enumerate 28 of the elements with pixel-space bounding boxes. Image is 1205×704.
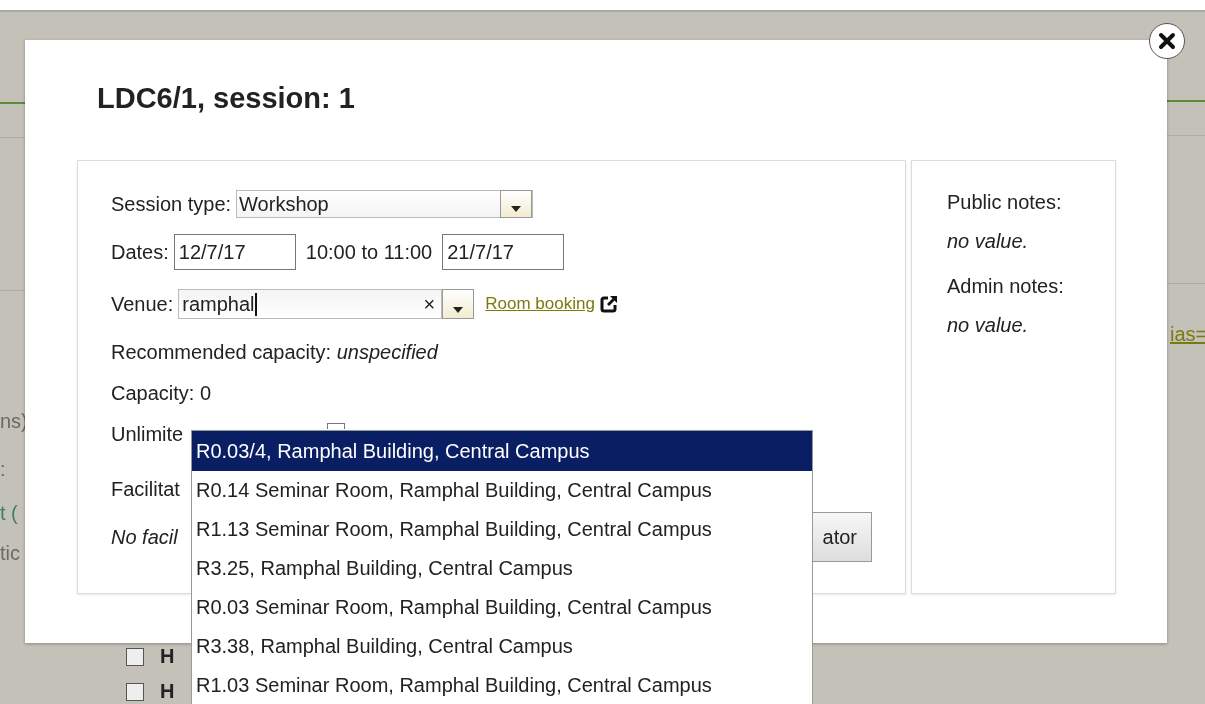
notes-label: Admin notes: bbox=[947, 275, 1065, 298]
end-date-field[interactable]: 21/7/17 bbox=[442, 234, 565, 270]
notes-value: no value. bbox=[947, 314, 1030, 337]
facilitators-label: Facilitat bbox=[111, 477, 180, 501]
no-facilitators-text: No facil bbox=[111, 525, 178, 549]
room-booking-link[interactable]: Room booking bbox=[485, 294, 595, 314]
time-range: 10:00 to 11:00 bbox=[305, 240, 433, 264]
session-type-select[interactable]: Workshop bbox=[236, 190, 534, 218]
recommended-capacity-text: Recommended capacity: unspecified bbox=[111, 340, 438, 364]
checkbox-label: H bbox=[160, 645, 175, 668]
venue-option[interactable]: R3.38, Ramphal Building, Central Campus bbox=[192, 627, 812, 666]
field-label: Venue: bbox=[111, 292, 174, 316]
capacity-text: Capacity: 0 bbox=[111, 381, 212, 405]
field-label: Dates: bbox=[111, 240, 169, 264]
start-date-field[interactable]: 12/7/17 bbox=[173, 234, 296, 270]
notes-label: Public notes: bbox=[947, 191, 1063, 214]
venue-option[interactable]: R1.03 Seminar Room, Ramphal Building, Central Campus bbox=[192, 666, 812, 704]
notes-value: no value. bbox=[947, 230, 1030, 253]
checkbox-label: H bbox=[160, 680, 175, 703]
venue-option[interactable]: R0.14 Seminar Room, Ramphal Building, Central Campus bbox=[192, 471, 812, 510]
background-text: : bbox=[0, 458, 6, 481]
field-label: Session type: bbox=[111, 192, 232, 216]
dialog-title: LDC6/1, session: 1 bbox=[97, 81, 356, 116]
venue-option[interactable]: R0.03/4, Ramphal Building, Central Campus bbox=[192, 431, 812, 471]
background-text: tic bbox=[0, 542, 20, 565]
venue-option[interactable]: R0.03 Seminar Room, Ramphal Building, Central Campus bbox=[192, 588, 812, 627]
background-text: t ( bbox=[0, 502, 18, 525]
unlimited-capacity-label: Unlimite bbox=[111, 422, 184, 446]
